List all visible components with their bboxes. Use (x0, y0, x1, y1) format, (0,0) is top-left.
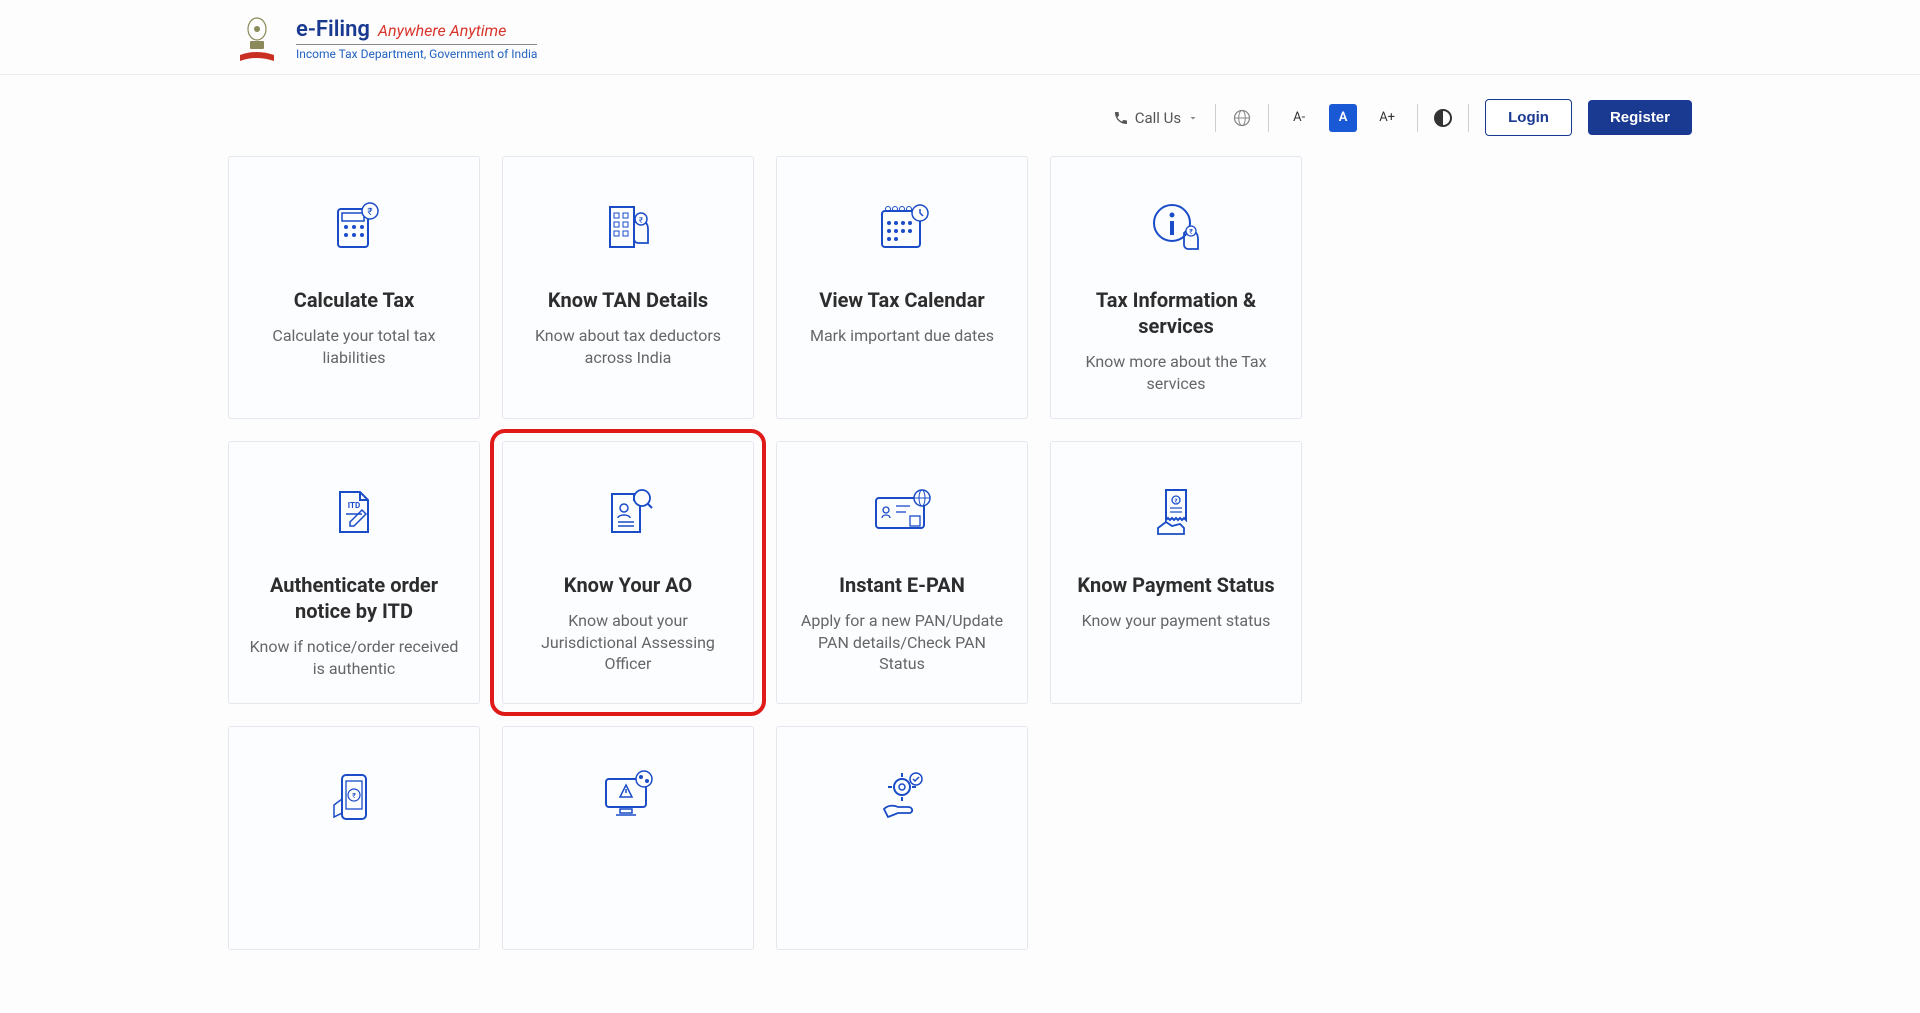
card-desc: Calculate your total tax liabilities (247, 325, 461, 368)
calculator-icon: ₹ (316, 191, 392, 263)
globe-icon[interactable] (1232, 108, 1252, 128)
card-payment-status[interactable]: ₹ Know Payment Status Know your payment … (1050, 441, 1302, 704)
svg-text:₹: ₹ (1189, 228, 1193, 236)
card-desc: Apply for a new PAN/Update PAN details/C… (795, 610, 1009, 675)
profile-search-icon (590, 476, 666, 548)
card-calculate-tax[interactable]: ₹ Calculate Tax Calculate your total tax… (228, 156, 480, 419)
gear-hand-icon (864, 761, 940, 833)
info-icon: ₹ (1138, 191, 1214, 263)
building-icon: ₹ (590, 191, 666, 263)
logo-text: e-Filing Anywhere Anytime Income Tax Dep… (296, 17, 537, 62)
receipt-hand-icon: ₹ (1138, 476, 1214, 548)
divider (1417, 104, 1418, 132)
phone-icon (1113, 110, 1129, 126)
chevron-down-icon (1187, 112, 1199, 124)
card-title: Know Your AO (564, 572, 692, 598)
emblem-logo (228, 14, 286, 64)
svg-text:₹: ₹ (352, 792, 356, 800)
card-title: Calculate Tax (294, 287, 415, 313)
divider (1268, 104, 1269, 132)
contrast-toggle-icon[interactable] (1434, 109, 1452, 127)
svg-text:₹: ₹ (639, 216, 643, 225)
svg-text:₹: ₹ (367, 207, 372, 218)
font-decrease-button[interactable]: A- (1285, 104, 1313, 132)
site-title: e-Filing (296, 17, 370, 42)
card-desc: Know your payment status (1082, 610, 1271, 632)
svg-text:₹: ₹ (1174, 498, 1177, 505)
card-know-your-ao[interactable]: Know Your AO Know about your Jurisdictio… (502, 441, 754, 704)
monitor-warn-icon (590, 761, 666, 833)
login-button[interactable]: Login (1485, 99, 1572, 136)
card-instant-epan[interactable]: Instant E-PAN Apply for a new PAN/Update… (776, 441, 1028, 704)
card-title: Know TAN Details (548, 287, 708, 313)
font-normal-button[interactable]: A (1329, 104, 1357, 132)
card-title: Instant E-PAN (839, 572, 965, 598)
epan-card-icon (864, 476, 940, 548)
card-tax-calendar[interactable]: View Tax Calendar Mark important due dat… (776, 156, 1028, 419)
card-authenticate-notice[interactable]: ITD Authenticate order notice by ITD Kno… (228, 441, 480, 704)
card-tax-info[interactable]: ₹ Tax Information & services Know more a… (1050, 156, 1302, 419)
card-desc: Mark important due dates (810, 325, 994, 347)
calendar-icon (864, 191, 940, 263)
header: e-Filing Anywhere Anytime Income Tax Dep… (0, 0, 1920, 75)
card-title: Authenticate order notice by ITD (247, 572, 461, 624)
phone-rupee-icon: ₹ (316, 761, 392, 833)
document-pen-icon: ITD (316, 476, 392, 548)
card-title: View Tax Calendar (819, 287, 984, 313)
card-desc: Know more about the Tax services (1069, 351, 1283, 394)
font-increase-button[interactable]: A+ (1373, 104, 1401, 132)
divider (1215, 104, 1216, 132)
card-title: Know Payment Status (1077, 572, 1274, 598)
card-gear-hand[interactable] (776, 726, 1028, 950)
services-grid: ₹ Calculate Tax Calculate your total tax… (0, 156, 1920, 950)
card-desc: Know if notice/order received is authent… (247, 636, 461, 679)
svg-text:ITD: ITD (348, 501, 360, 510)
card-monitor-warning[interactable] (502, 726, 754, 950)
register-button[interactable]: Register (1588, 100, 1692, 135)
card-mobile-rupee[interactable]: ₹ (228, 726, 480, 950)
card-know-tan[interactable]: ₹ Know TAN Details Know about tax deduct… (502, 156, 754, 419)
card-desc: Know about tax deductors across India (521, 325, 735, 368)
card-desc: Know about your Jurisdictional Assessing… (521, 610, 735, 675)
toolbar: Call Us A- A A+ Login Register (0, 75, 1920, 156)
divider (1468, 104, 1469, 132)
site-tagline: Anywhere Anytime (378, 21, 506, 40)
call-us-label: Call Us (1135, 109, 1181, 127)
call-us-dropdown[interactable]: Call Us (1113, 109, 1199, 127)
site-subtitle: Income Tax Department, Government of Ind… (296, 44, 537, 61)
card-title: Tax Information & services (1069, 287, 1283, 339)
